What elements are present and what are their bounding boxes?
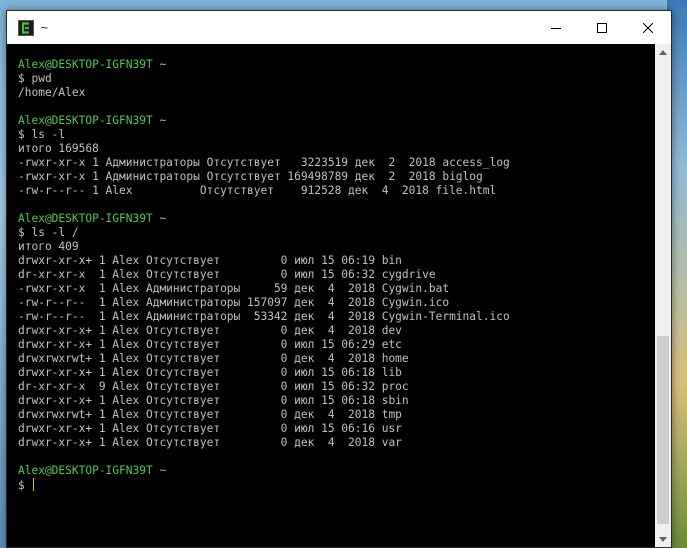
scroll-down-button[interactable] <box>655 531 671 547</box>
output-line: $ ls -l <box>18 128 66 141</box>
output-line: -rw-r--r-- 1 Alex Администраторы 53342 д… <box>18 310 510 323</box>
output-line: drwxr-xr-x+ 1 Alex Отсутствует 0 июл 15 … <box>18 366 402 379</box>
prompt-user-host: Alex@DESKTOP-IGFN39T <box>18 212 153 225</box>
vertical-scrollbar[interactable] <box>655 44 671 547</box>
prompt-path: ~ <box>159 114 167 127</box>
output-line: drwxr-xr-x+ 1 Alex Отсутствует 0 июл 15 … <box>18 338 402 351</box>
prompt-path: ~ <box>159 212 167 225</box>
window-title: ~ <box>41 20 49 35</box>
output-line: drwxr-xr-x+ 1 Alex Отсутствует 0 дек 4 2… <box>18 324 402 337</box>
command-input-line[interactable]: $ <box>18 478 655 492</box>
input-prompt-symbol: $ <box>18 479 32 492</box>
cygwin-terminal-icon[interactable] <box>17 19 35 37</box>
terminal-output[interactable]: Alex@DESKTOP-IGFN39T ~ $ pwd/home/Alex Ale… <box>7 44 655 547</box>
output-line: drwxrwxrwt+ 1 Alex Отсутствует 0 дек 4 2… <box>18 352 409 365</box>
terminal-window: ~ Alex@DESKTOP-IGFN39T ~ $ pwd/home/Alex A… <box>6 10 672 548</box>
output-line: -rw-r--r-- 1 Alex Администраторы 157097 … <box>18 296 450 309</box>
close-icon <box>643 22 653 33</box>
maximize-button[interactable] <box>579 11 625 44</box>
prompt-line: Alex@DESKTOP-IGFN39T ~ <box>18 464 655 478</box>
output-line: итого 409 <box>18 240 79 253</box>
output-line: dr-xr-xr-x 9 Alex Отсутствует 0 июл 15 0… <box>18 380 409 393</box>
output-line: итого 169568 <box>18 142 99 155</box>
title-bar[interactable]: ~ <box>7 11 671 44</box>
prompt-path: ~ <box>159 58 167 71</box>
output-line: drwxrwxrwt+ 1 Alex Отсутствует 0 дек 4 2… <box>18 408 402 421</box>
output-line: drwxr-xr-x+ 1 Alex Отсутствует 0 дек 4 2… <box>18 436 402 449</box>
maximize-icon <box>597 22 607 33</box>
prompt-line: Alex@DESKTOP-IGFN39T ~ <box>18 58 655 72</box>
output-line: drwxr-xr-x+ 1 Alex Отсутствует 0 июл 15 … <box>18 254 402 267</box>
close-button[interactable] <box>625 11 671 44</box>
output-line: drwxr-xr-x+ 1 Alex Отсутствует 0 июл 15 … <box>18 394 409 407</box>
minimize-button[interactable] <box>533 11 579 44</box>
chevron-down-icon <box>659 536 667 542</box>
chevron-up-icon <box>659 49 667 55</box>
scroll-thumb[interactable] <box>657 336 669 524</box>
output-line: -rw-r--r-- 1 Alex Отсутствует 912528 дек… <box>18 184 497 197</box>
scroll-up-button[interactable] <box>655 44 671 60</box>
output-line: $ pwd <box>18 72 52 85</box>
output-line: /home/Alex <box>18 86 86 99</box>
minimize-icon <box>551 27 561 29</box>
prompt-line: Alex@DESKTOP-IGFN39T ~ <box>18 114 655 128</box>
output-line: $ ls -l / <box>18 226 79 239</box>
prompt-line: Alex@DESKTOP-IGFN39T ~ <box>18 212 655 226</box>
output-line: -rwxr-xr-x 1 Alex Администраторы 59 дек … <box>18 282 450 295</box>
prompt-path: ~ <box>159 464 167 477</box>
output-line: dr-xr-xr-x 1 Alex Отсутствует 0 июл 15 0… <box>18 268 436 281</box>
output-line: -rwxr-xr-x 1 Администраторы Отсутствует … <box>18 170 483 183</box>
output-line: -rwxr-xr-x 1 Администраторы Отсутствует … <box>18 156 510 169</box>
prompt-user-host: Alex@DESKTOP-IGFN39T <box>18 58 153 71</box>
prompt-user-host: Alex@DESKTOP-IGFN39T <box>18 114 153 127</box>
prompt-user-host: Alex@DESKTOP-IGFN39T <box>18 464 153 477</box>
output-line: drwxr-xr-x+ 1 Alex Отсутствует 0 июл 15 … <box>18 422 402 435</box>
text-cursor <box>33 478 35 491</box>
